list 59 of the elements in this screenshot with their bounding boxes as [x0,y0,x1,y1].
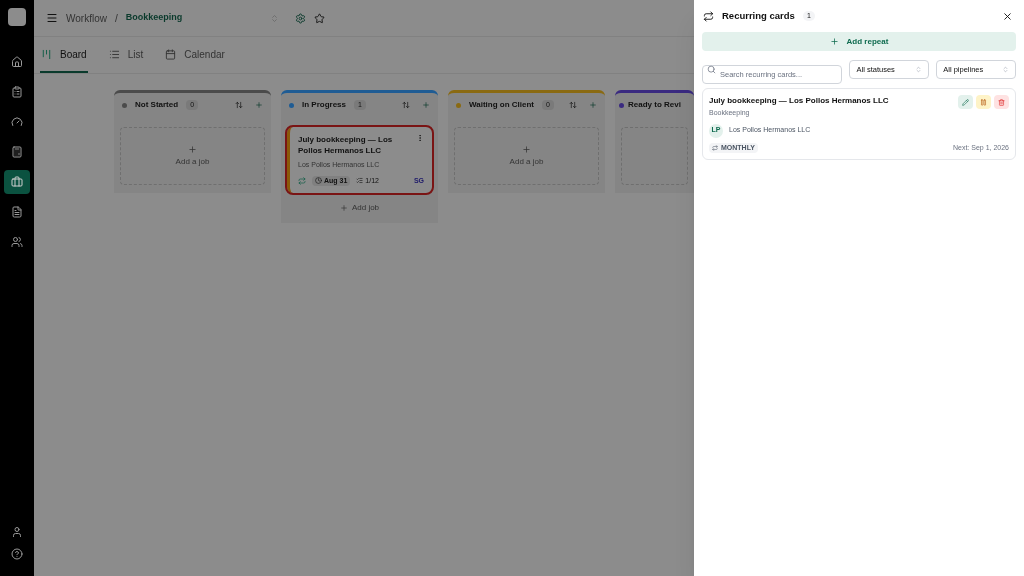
sidebar-item[interactable] [4,170,30,194]
column-title: Not Started [135,99,179,111]
home-icon [11,56,23,68]
breadcrumb-link[interactable]: Workflow [66,10,107,26]
menu-icon[interactable] [46,12,58,24]
plus-icon [522,144,531,154]
column-title: Ready to Revi [628,99,681,111]
card-title: July bookkeeping — Los Pollos Hermanos LLC [709,95,889,107]
edit-button[interactable] [958,95,973,109]
chevrons-icon [915,66,923,73]
sort-icon[interactable] [235,101,243,109]
add-repeat-button[interactable]: Add repeat [702,32,1016,51]
checklist-icon [356,177,364,185]
column-title: In Progress [302,99,346,111]
add-job-button[interactable]: Add job [287,201,432,215]
chevrons-icon [1002,66,1009,73]
add-job-area[interactable]: Add a job [454,127,599,185]
breadcrumb-separator: / [114,11,118,26]
plus-icon[interactable] [255,101,263,109]
plus-icon[interactable] [422,101,430,109]
pause-icon [980,98,987,106]
calendar-icon [165,48,177,60]
more-icon[interactable] [416,134,424,142]
sort-icon[interactable] [569,101,577,109]
search-icon [707,65,716,74]
plus-icon [339,204,348,212]
star-icon[interactable] [314,12,326,24]
help-icon[interactable] [11,548,23,560]
trash-icon [998,98,1005,106]
calculator-icon [11,146,23,158]
pause-button[interactable] [976,95,991,109]
pencil-icon [962,98,969,106]
plus-icon [188,144,197,154]
card-title: July bookkeeping — Los Pollos Hermanos LLC [298,134,394,156]
plus-icon [829,37,839,46]
breadcrumb-current[interactable]: Bookkeeping [125,11,183,25]
column-title: Waiting on Client [469,99,535,111]
user-icon[interactable] [11,526,23,538]
gauge-icon [11,116,23,128]
list-icon [108,48,120,60]
settings-icon[interactable] [295,12,307,24]
briefcase-icon [11,176,23,188]
users-icon [11,236,23,248]
panel-title: Recurring cards [722,8,795,23]
delete-button[interactable] [994,95,1009,109]
repeat-icon [703,10,714,22]
sort-icon[interactable] [402,101,410,109]
clock-icon [315,177,322,185]
document-icon [11,206,23,218]
view-tab[interactable]: Calendar [164,37,226,73]
repeat-icon [712,144,718,151]
view-tab[interactable]: Board [40,37,88,73]
add-job-area[interactable]: Add a job [120,127,265,185]
view-tab[interactable]: List [107,37,145,73]
plus-icon[interactable] [589,101,597,109]
close-icon[interactable] [1002,10,1013,22]
clipboard-icon [11,86,23,98]
board-icon [41,48,52,60]
empty-drop-area [621,127,688,185]
